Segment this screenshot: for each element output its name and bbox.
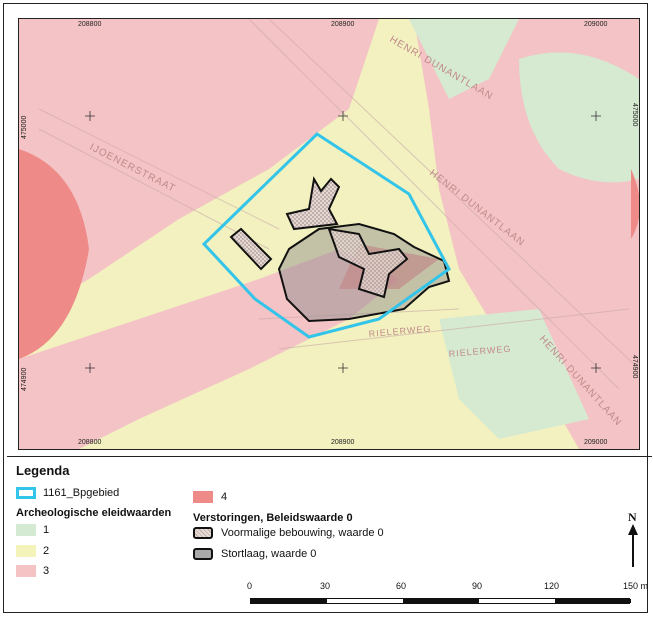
scale-label: 150 m (623, 581, 649, 591)
coord-tick-right: 474900 (631, 355, 638, 379)
arch-value-label: 3 (43, 565, 50, 577)
arch-value-swatch (16, 565, 36, 577)
legend-panel: Legenda 1161_Bpgebied Archeologische ele… (7, 456, 652, 618)
disturbance-label: Voormalige bebouwing, waarde 0 (221, 527, 384, 539)
arch-value-swatch (193, 491, 213, 503)
scale-label: 120 (544, 581, 560, 591)
scale-label: 60 (396, 581, 407, 591)
disturbance-header: Verstoringen, Beleidswaarde 0 (193, 512, 353, 524)
coord-tick-top: 208900 (331, 21, 355, 28)
scale-label: 30 (320, 581, 331, 591)
scale-bar (250, 598, 631, 604)
coord-tick-bottom: 208900 (331, 439, 355, 446)
coord-tick-top: 208800 (78, 21, 102, 28)
arch-value-label: 1 (43, 524, 50, 536)
coord-tick-left: 474900 (21, 367, 28, 391)
map-panel: HENRI DUNANTLAAN HENRI DUNANTLAAN HENRI … (18, 18, 640, 450)
former-building-swatch (193, 527, 213, 539)
coord-tick-left: 475000 (21, 115, 28, 139)
plan-area-label: 1161_Bpgebied (43, 487, 120, 499)
north-arrow-icon: N (628, 510, 638, 567)
scale-label: 0 (247, 581, 253, 591)
scale-label: 90 (472, 581, 483, 591)
north-arrow-label: N (628, 510, 637, 524)
arch-values-header: Archeologische eleidwaarden (16, 507, 172, 519)
map-canvas: HENRI DUNANTLAAN HENRI DUNANTLAAN HENRI … (19, 19, 639, 449)
stortlaag-swatch (193, 548, 213, 560)
arch-value-label: 4 (221, 491, 228, 503)
legend-title: Legenda (16, 463, 70, 478)
disturbance-label: Stortlaag, waarde 0 (221, 548, 317, 560)
coord-tick-top: 209000 (584, 21, 608, 28)
arch-value-label: 2 (43, 545, 50, 557)
arch-value-swatch (16, 524, 36, 536)
coord-tick-bottom: 208800 (78, 439, 102, 446)
arch-value-swatch (16, 545, 36, 557)
map-frame: HENRI DUNANTLAAN HENRI DUNANTLAAN HENRI … (3, 3, 652, 613)
coord-tick-bottom: 209000 (584, 439, 608, 446)
coord-tick-right: 475000 (631, 103, 638, 127)
plan-area-swatch (16, 487, 36, 499)
